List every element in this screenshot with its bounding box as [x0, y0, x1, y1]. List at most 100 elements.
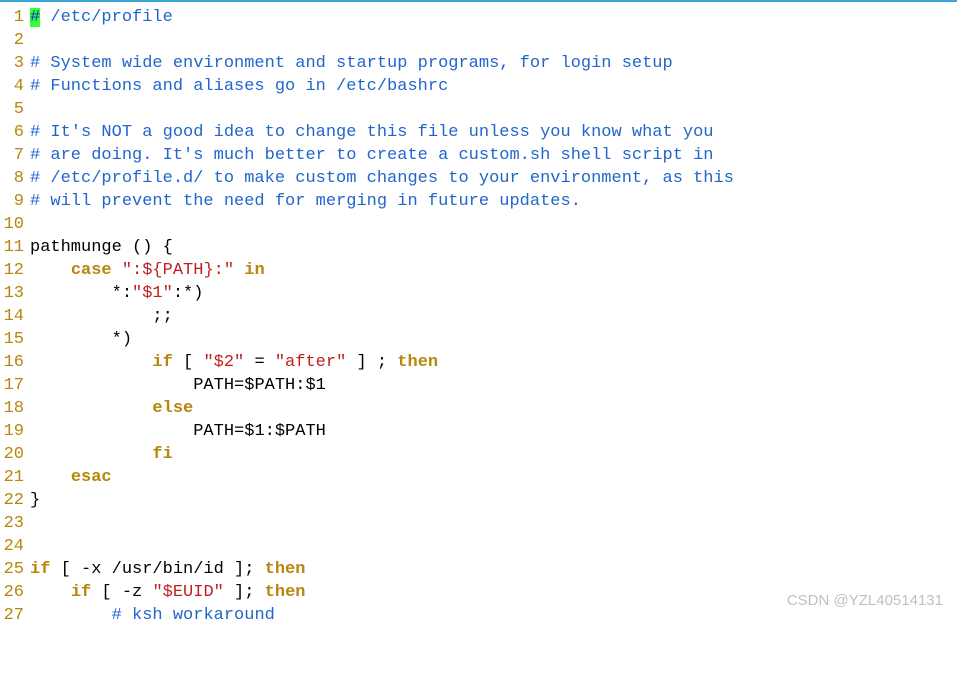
code-text: } — [30, 491, 40, 510]
line-number: 8 — [0, 167, 24, 190]
code-line[interactable] — [30, 213, 734, 236]
indent — [30, 583, 71, 602]
line-number: 16 — [0, 351, 24, 374]
code-line[interactable]: # are doing. It's much better to create … — [30, 144, 734, 167]
line-number: 19 — [0, 420, 24, 443]
keyword-if: if — [71, 583, 91, 602]
code-text: =$1:$PATH — [234, 422, 326, 441]
code-line[interactable]: PATH=$PATH:$1 — [30, 374, 734, 397]
code-line[interactable]: # Functions and aliases go in /etc/bashr… — [30, 75, 734, 98]
code-line[interactable]: # will prevent the need for merging in f… — [30, 190, 734, 213]
string: "after" — [275, 353, 346, 372]
indent — [30, 422, 193, 441]
code-line[interactable]: PATH=$1:$PATH — [30, 420, 734, 443]
code-line[interactable] — [30, 98, 734, 121]
keyword-else: else — [152, 399, 193, 418]
line-number: 3 — [0, 52, 24, 75]
keyword-if: if — [30, 560, 50, 579]
code-line[interactable]: if [ "$2" = "after" ] ; then — [30, 351, 734, 374]
code-text: [ -x /usr/bin/id ]; — [50, 560, 264, 579]
code-text: = — [244, 353, 275, 372]
code-line[interactable]: ;; — [30, 305, 734, 328]
code-text — [112, 261, 122, 280]
line-number: 17 — [0, 374, 24, 397]
code-line[interactable]: *:"$1":*) — [30, 282, 734, 305]
keyword-esac: esac — [71, 468, 112, 487]
code-text: :*) — [173, 284, 204, 303]
code-text: ]; — [224, 583, 265, 602]
code-line[interactable]: else — [30, 397, 734, 420]
line-number: 27 — [0, 604, 24, 627]
line-number: 24 — [0, 535, 24, 558]
line-number: 9 — [0, 190, 24, 213]
code-line[interactable]: esac — [30, 466, 734, 489]
indent — [30, 445, 152, 464]
line-number: 22 — [0, 489, 24, 512]
code-line[interactable]: # System wide environment and startup pr… — [30, 52, 734, 75]
string: "$EUID" — [152, 583, 223, 602]
line-number: 4 — [0, 75, 24, 98]
line-number-gutter: 1 2 3 4 5 6 7 8 9 10 11 12 13 14 15 16 1… — [0, 6, 24, 627]
code-line[interactable] — [30, 535, 734, 558]
line-number: 7 — [0, 144, 24, 167]
code-line[interactable]: fi — [30, 443, 734, 466]
line-number: 12 — [0, 259, 24, 282]
code-text: ;; — [30, 307, 173, 326]
code-line[interactable] — [30, 29, 734, 52]
string: "$1" — [132, 284, 173, 303]
code-text: [ -z — [91, 583, 152, 602]
variable: PATH — [193, 376, 234, 395]
line-number: 2 — [0, 29, 24, 52]
comment: # will prevent the need for merging in f… — [30, 192, 581, 211]
string: ":${PATH}:" — [122, 261, 234, 280]
code-line[interactable]: # It's NOT a good idea to change this fi… — [30, 121, 734, 144]
code-text: *: — [30, 284, 132, 303]
code-editor[interactable]: 1 2 3 4 5 6 7 8 9 10 11 12 13 14 15 16 1… — [0, 2, 957, 627]
comment: # Functions and aliases go in /etc/bashr… — [30, 77, 448, 96]
indent — [30, 606, 112, 625]
code-line[interactable]: # /etc/profile — [30, 6, 734, 29]
code-line[interactable]: } — [30, 489, 734, 512]
line-number: 13 — [0, 282, 24, 305]
function-name: pathmunge — [30, 238, 122, 257]
comment: # are doing. It's much better to create … — [30, 146, 714, 165]
line-number: 26 — [0, 581, 24, 604]
line-number: 11 — [0, 236, 24, 259]
keyword-fi: fi — [152, 445, 172, 464]
indent — [30, 353, 152, 372]
code-text: =$PATH:$1 — [234, 376, 326, 395]
keyword-then: then — [265, 560, 306, 579]
keyword-in: in — [244, 261, 264, 280]
indent — [30, 261, 71, 280]
line-number: 15 — [0, 328, 24, 351]
comment: # /etc/profile.d/ to make custom changes… — [30, 169, 734, 188]
code-line[interactable]: # ksh workaround — [30, 604, 734, 627]
code-line[interactable]: if [ -z "$EUID" ]; then — [30, 581, 734, 604]
code-line[interactable]: pathmunge () { — [30, 236, 734, 259]
keyword-then: then — [265, 583, 306, 602]
code-text: *) — [30, 330, 132, 349]
cursor: # — [30, 8, 40, 27]
code-area[interactable]: # /etc/profile # System wide environment… — [24, 6, 734, 627]
comment: # It's NOT a good idea to change this fi… — [30, 123, 714, 142]
keyword-case: case — [71, 261, 112, 280]
code-line[interactable]: *) — [30, 328, 734, 351]
variable: PATH — [193, 422, 234, 441]
line-number: 6 — [0, 121, 24, 144]
code-line[interactable]: if [ -x /usr/bin/id ]; then — [30, 558, 734, 581]
line-number: 10 — [0, 213, 24, 236]
keyword-if: if — [152, 353, 172, 372]
indent — [30, 399, 152, 418]
line-number: 20 — [0, 443, 24, 466]
code-line[interactable]: # /etc/profile.d/ to make custom changes… — [30, 167, 734, 190]
indent — [30, 468, 71, 487]
code-text: [ — [173, 353, 204, 372]
code-text: () { — [122, 238, 173, 257]
code-text — [234, 261, 244, 280]
code-line[interactable]: case ":${PATH}:" in — [30, 259, 734, 282]
code-text: ] ; — [346, 353, 397, 372]
line-number: 23 — [0, 512, 24, 535]
code-line[interactable] — [30, 512, 734, 535]
line-number: 25 — [0, 558, 24, 581]
keyword-then: then — [397, 353, 438, 372]
